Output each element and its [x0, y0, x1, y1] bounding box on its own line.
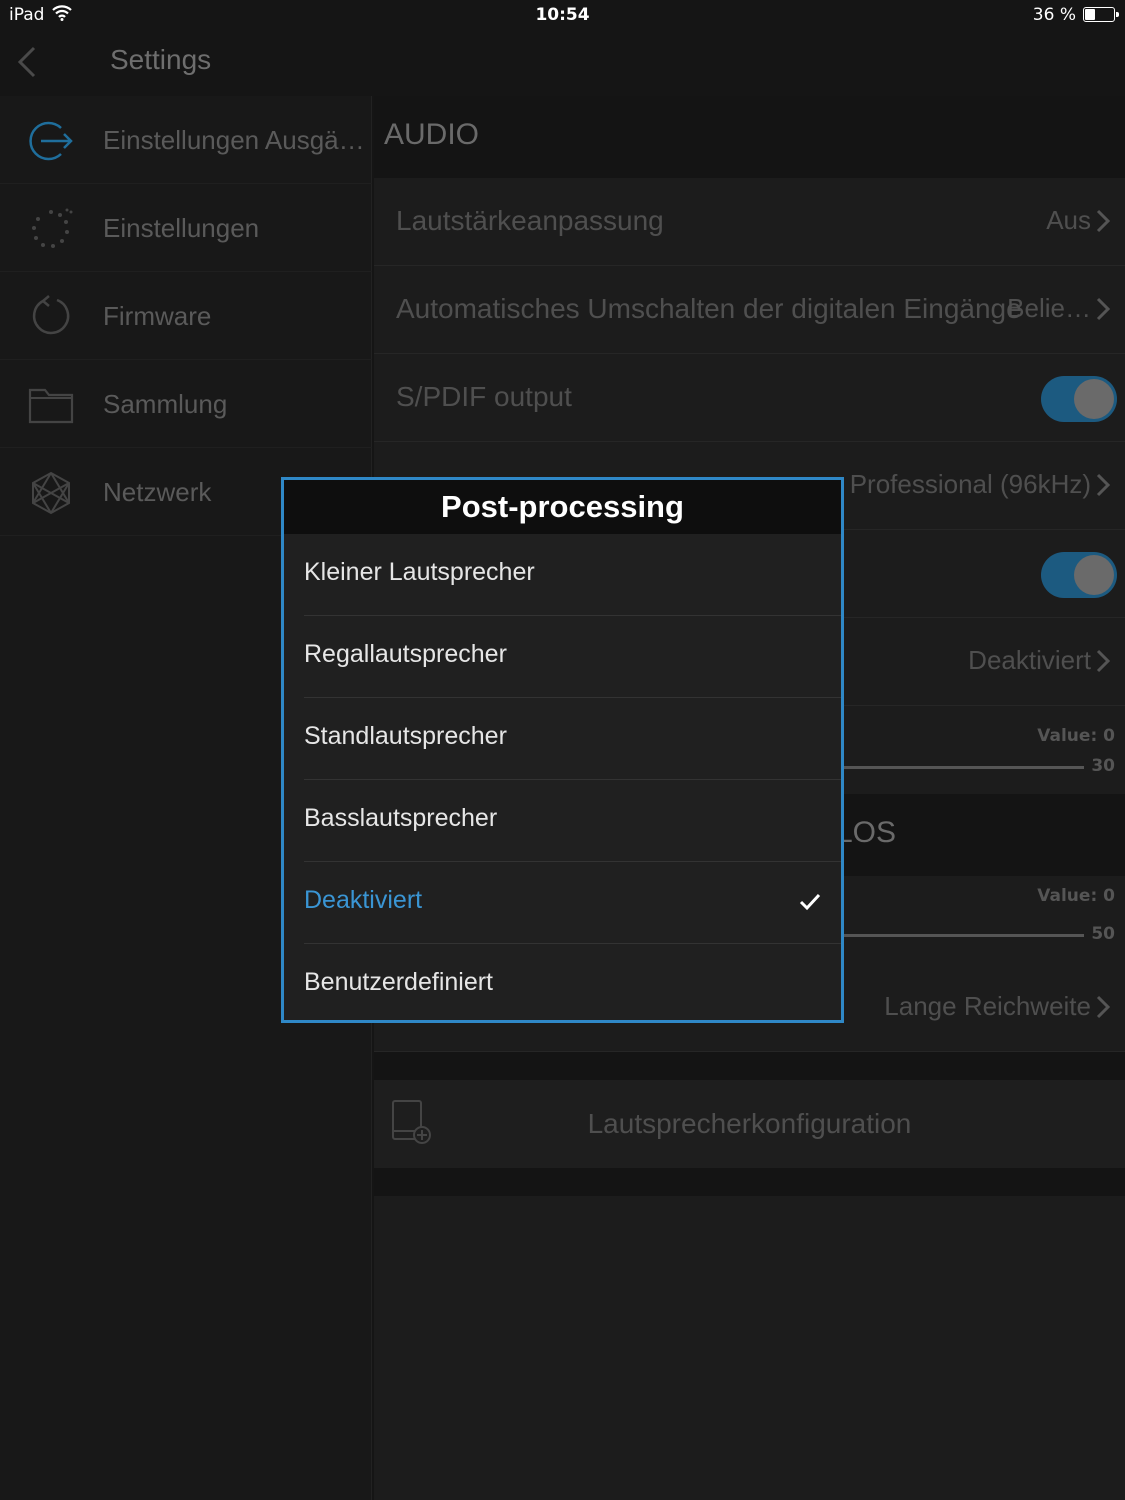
option-deactivated[interactable]: Deaktiviert: [284, 862, 841, 944]
slider-track[interactable]: [844, 934, 1084, 937]
sidebar-item-label: Sammlung: [103, 389, 228, 419]
refresh-icon: [32, 295, 70, 335]
section-header-audio: AUDIO: [374, 96, 1125, 178]
option-bookshelf-speaker[interactable]: Regallautsprecher: [284, 616, 841, 698]
status-bar: iPad 10:54 36 %: [0, 0, 1125, 30]
option-custom[interactable]: Benutzerdefiniert: [284, 944, 841, 1026]
row-auto-switch-inputs[interactable]: Automatisches Umschalten der digitalen E…: [374, 266, 1125, 354]
checkmark-icon: [799, 893, 821, 911]
speaker-config-button[interactable]: Lautsprecherkonfiguration: [374, 1080, 1125, 1168]
slider-value-label: Value: 0: [1037, 886, 1115, 906]
network-icon: [32, 471, 70, 515]
battery-percent: 36 %: [1032, 5, 1076, 25]
battery-icon: [1083, 7, 1119, 22]
sidebar-item-label: Einstellungen: [103, 213, 260, 243]
sidebar-item-label: Netzwerk: [103, 477, 212, 507]
output-icon: [29, 121, 73, 161]
post-processing-dialog: Post-processing Kleiner Lautsprecher Reg…: [281, 477, 844, 1023]
page-title: Settings: [110, 44, 212, 75]
slider-max-label: 50: [1091, 924, 1115, 944]
sidebar-item-collection[interactable]: Sammlung: [0, 360, 372, 448]
option-floorstanding-speaker[interactable]: Standlautsprecher: [284, 698, 841, 780]
battery-fill: [1085, 9, 1095, 20]
sidebar-item-label: Einstellungen Ausgä…: [103, 125, 365, 155]
spdif-output-toggle[interactable]: [1041, 376, 1117, 422]
chevron-right-icon: [1096, 649, 1111, 673]
chevron-right-icon: [1096, 297, 1111, 321]
back-chevron-icon[interactable]: [14, 44, 40, 80]
sidebar-item-firmware[interactable]: Firmware: [0, 272, 372, 360]
clock: 10:54: [535, 5, 590, 25]
chevron-right-icon: [1096, 995, 1111, 1019]
nav-bar: Settings: [0, 30, 1125, 96]
slider-max-label: 30: [1091, 756, 1115, 776]
row-volume-adjust[interactable]: Lautstärkeanpassung Aus: [374, 178, 1125, 266]
sidebar-item-output-settings[interactable]: Einstellungen Ausgä…: [0, 96, 372, 184]
option-bass-speaker[interactable]: Basslautsprecher: [284, 780, 841, 862]
folder-icon: [28, 388, 74, 424]
slider-track[interactable]: [844, 766, 1084, 769]
row-spdif-output: S/PDIF output: [374, 354, 1125, 442]
gear-dots-icon: [32, 208, 73, 248]
option-small-speaker[interactable]: Kleiner Lautsprecher: [284, 534, 841, 616]
slider-value-label: Value: 0: [1037, 726, 1115, 746]
option-toggle[interactable]: [1041, 552, 1117, 598]
sidebar-item-settings[interactable]: Einstellungen: [0, 184, 372, 272]
chevron-right-icon: [1096, 209, 1111, 233]
dialog-title: Post-processing: [284, 480, 841, 534]
sidebar-item-label: Firmware: [103, 301, 212, 331]
chevron-right-icon: [1096, 473, 1111, 497]
